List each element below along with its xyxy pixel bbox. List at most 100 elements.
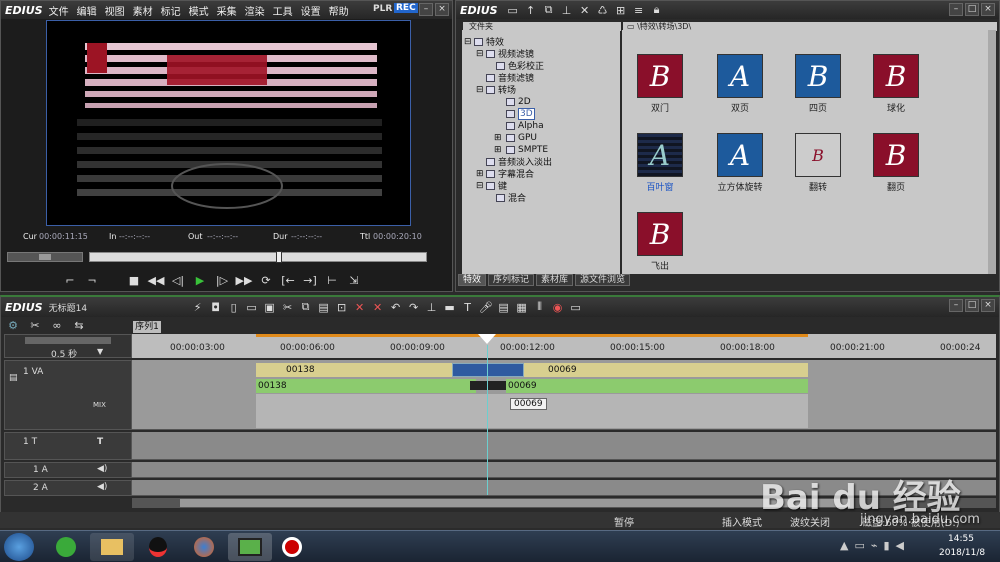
tree-item-title-mixer[interactable]: ⊞ 字幕混合 — [476, 168, 534, 181]
paste-icon[interactable]: ▤ — [315, 299, 333, 315]
record-marker-icon[interactable]: ◉ — [549, 299, 567, 315]
taskbar-qq[interactable] — [136, 533, 180, 561]
timeline-close-icon[interactable]: × — [981, 299, 995, 312]
tree-expander[interactable]: ⊟ — [476, 49, 486, 59]
close-icon[interactable]: × — [435, 3, 449, 16]
speaker-icon[interactable]: ◀︎) — [97, 464, 107, 474]
tree-item-audio-fade[interactable]: 音频淡入淡出 — [486, 156, 552, 168]
save-icon[interactable]: ▣ — [261, 299, 279, 315]
tree-item-audio-filters[interactable]: 音频滤镜 — [486, 72, 534, 84]
lock-track-icon[interactable]: ▤ — [9, 373, 18, 383]
zoom-dropdown-icon[interactable]: ▼ — [97, 347, 103, 356]
tree-item-color-correction[interactable]: 色彩校正 — [496, 60, 544, 72]
tree-item-smpte[interactable]: ⊞ SMPTE — [494, 144, 548, 155]
timeline-scroll-thumb[interactable] — [180, 499, 850, 507]
timeline-minimize-icon[interactable]: – — [949, 299, 963, 312]
folder-icon[interactable]: ▭ — [504, 2, 522, 18]
menu-mode[interactable]: 模式 — [189, 7, 209, 18]
razor-icon[interactable]: ✂ — [26, 317, 44, 333]
tree-expander[interactable]: ⊞ — [476, 169, 486, 179]
effect-flip[interactable]: B 翻转 — [782, 133, 854, 193]
tree-item-gpu[interactable]: ⊞ GPU — [494, 132, 537, 143]
audio-clip-right[interactable]: 00069 — [506, 379, 808, 393]
effect-four-page[interactable]: B 四页 — [782, 54, 854, 114]
tab-bin[interactable]: 素材库 — [536, 274, 574, 286]
set-in-icon[interactable]: ⌐ — [61, 272, 79, 288]
palette-minimize-icon[interactable]: – — [949, 3, 963, 16]
tree-item-keyers[interactable]: ⊟ 键 — [476, 180, 507, 193]
tree-item-2d[interactable]: 2D — [506, 96, 531, 107]
effect-double-page[interactable]: A 双页 — [704, 54, 776, 114]
delete-clip-icon[interactable]: ✕ — [351, 299, 369, 315]
tab-source-browser[interactable]: 源文件浏览 — [575, 274, 631, 286]
shuttle-knob[interactable] — [39, 254, 51, 260]
effect-fly-out[interactable]: B 飞出 — [624, 212, 696, 272]
zoom-level[interactable]: 0.5 秒 — [51, 347, 77, 360]
tree-expander[interactable]: ⊞ — [494, 145, 506, 155]
va-track[interactable]: 00138 00069 00138 00069 00069 — [132, 360, 996, 430]
ripple-delete-icon[interactable]: ✕ — [369, 299, 387, 315]
rewind-icon[interactable]: ◀◀ — [147, 272, 165, 288]
menu-clip[interactable]: 素材 — [133, 7, 153, 18]
track-header-t[interactable]: 1 T T — [4, 432, 132, 460]
grid-scrollbar[interactable] — [988, 30, 996, 274]
render-icon[interactable]: ▤ — [495, 299, 513, 315]
position-slider[interactable] — [89, 251, 427, 263]
playhead-marker[interactable] — [478, 334, 496, 344]
loop-icon[interactable]: ⟳ — [257, 272, 275, 288]
step-forward-icon[interactable]: |▷ — [213, 272, 231, 288]
open-project-icon[interactable]: ▭ — [243, 299, 261, 315]
taskbar-recorder[interactable] — [270, 533, 314, 561]
sync-icon[interactable]: ⇆ — [70, 317, 88, 333]
effect-settings-icon[interactable]: ♺ — [594, 2, 612, 18]
view-mode-icon[interactable]: ⊞ — [612, 2, 630, 18]
tree-item-blend[interactable]: 混合 — [496, 192, 526, 204]
microphone-icon[interactable]: 🎤︎ — [477, 299, 495, 315]
tree-item-effects[interactable]: ⊟ 特效 — [464, 36, 504, 49]
split-icon[interactable]: ⊢ — [323, 272, 341, 288]
menu-render[interactable]: 渲染 — [245, 7, 265, 18]
cut-icon[interactable]: ✂ — [279, 299, 297, 315]
sequence-tab[interactable]: 序列1 — [133, 321, 161, 333]
apply-icon[interactable]: ⊥ — [558, 2, 576, 18]
set-out-icon[interactable]: ¬ — [83, 272, 101, 288]
audio-clip-left[interactable]: 00138 — [256, 379, 476, 393]
insert-icon[interactable]: [← — [279, 272, 297, 288]
tree-item-3d[interactable]: 3D — [506, 107, 535, 120]
position-knob[interactable] — [276, 251, 282, 263]
clock-date[interactable]: 2018/11/8 — [939, 548, 985, 558]
effect-blinds[interactable]: A 百叶窗 — [624, 133, 696, 193]
effect-sphere[interactable]: B 球化 — [860, 54, 932, 114]
track-header-va[interactable]: 1 VA MIX ▤ — [4, 360, 132, 430]
new-sequence-icon[interactable]: ⚡ — [189, 299, 207, 315]
timeline-maximize-icon[interactable]: □ — [965, 299, 979, 312]
menu-settings[interactable]: 设置 — [301, 7, 321, 18]
delete-icon[interactable]: ✕ — [576, 2, 594, 18]
title-icon[interactable]: T — [459, 299, 477, 315]
camera-icon[interactable]: ◘ — [207, 299, 225, 315]
layout-icon[interactable]: ▭ — [567, 299, 585, 315]
tab-sequence-markers[interactable]: 序列标记 — [488, 274, 535, 286]
stop-icon[interactable]: ■ — [125, 272, 143, 288]
new-project-icon[interactable]: ▯ — [225, 299, 243, 315]
video-clip-right[interactable]: 00069 — [524, 363, 808, 377]
tree-expander[interactable]: ⊟ — [476, 85, 486, 95]
menu-edit[interactable]: 编辑 — [77, 7, 97, 18]
timeline-ruler[interactable]: 00:00:03:00 00:00:06:00 00:00:09:00 00:0… — [132, 334, 996, 358]
up-folder-icon[interactable]: ↑ — [522, 2, 540, 18]
overwrite-icon[interactable]: →] — [301, 272, 319, 288]
step-back-icon[interactable]: ◁| — [169, 272, 187, 288]
start-button[interactable] — [4, 533, 34, 561]
plr-mode-button[interactable]: PLR — [373, 4, 392, 14]
add-cut-icon[interactable]: ⊥ — [423, 299, 441, 315]
work-area-bar[interactable] — [256, 334, 808, 337]
copy-icon[interactable]: ⧉ — [540, 2, 558, 18]
mixer-icon[interactable]: ⫴ — [531, 299, 549, 315]
effect-double-door[interactable]: B 双门 — [624, 54, 696, 114]
export-icon[interactable]: ⇲ — [345, 272, 363, 288]
lock-icon[interactable]: 🔒︎ — [648, 2, 666, 18]
transition-icon[interactable]: ▬ — [441, 299, 459, 315]
sort-icon[interactable]: ≡ — [630, 2, 648, 18]
taskbar-explorer[interactable] — [90, 533, 134, 561]
tree-item-video-filters[interactable]: ⊟ 视频滤镜 — [476, 48, 534, 61]
